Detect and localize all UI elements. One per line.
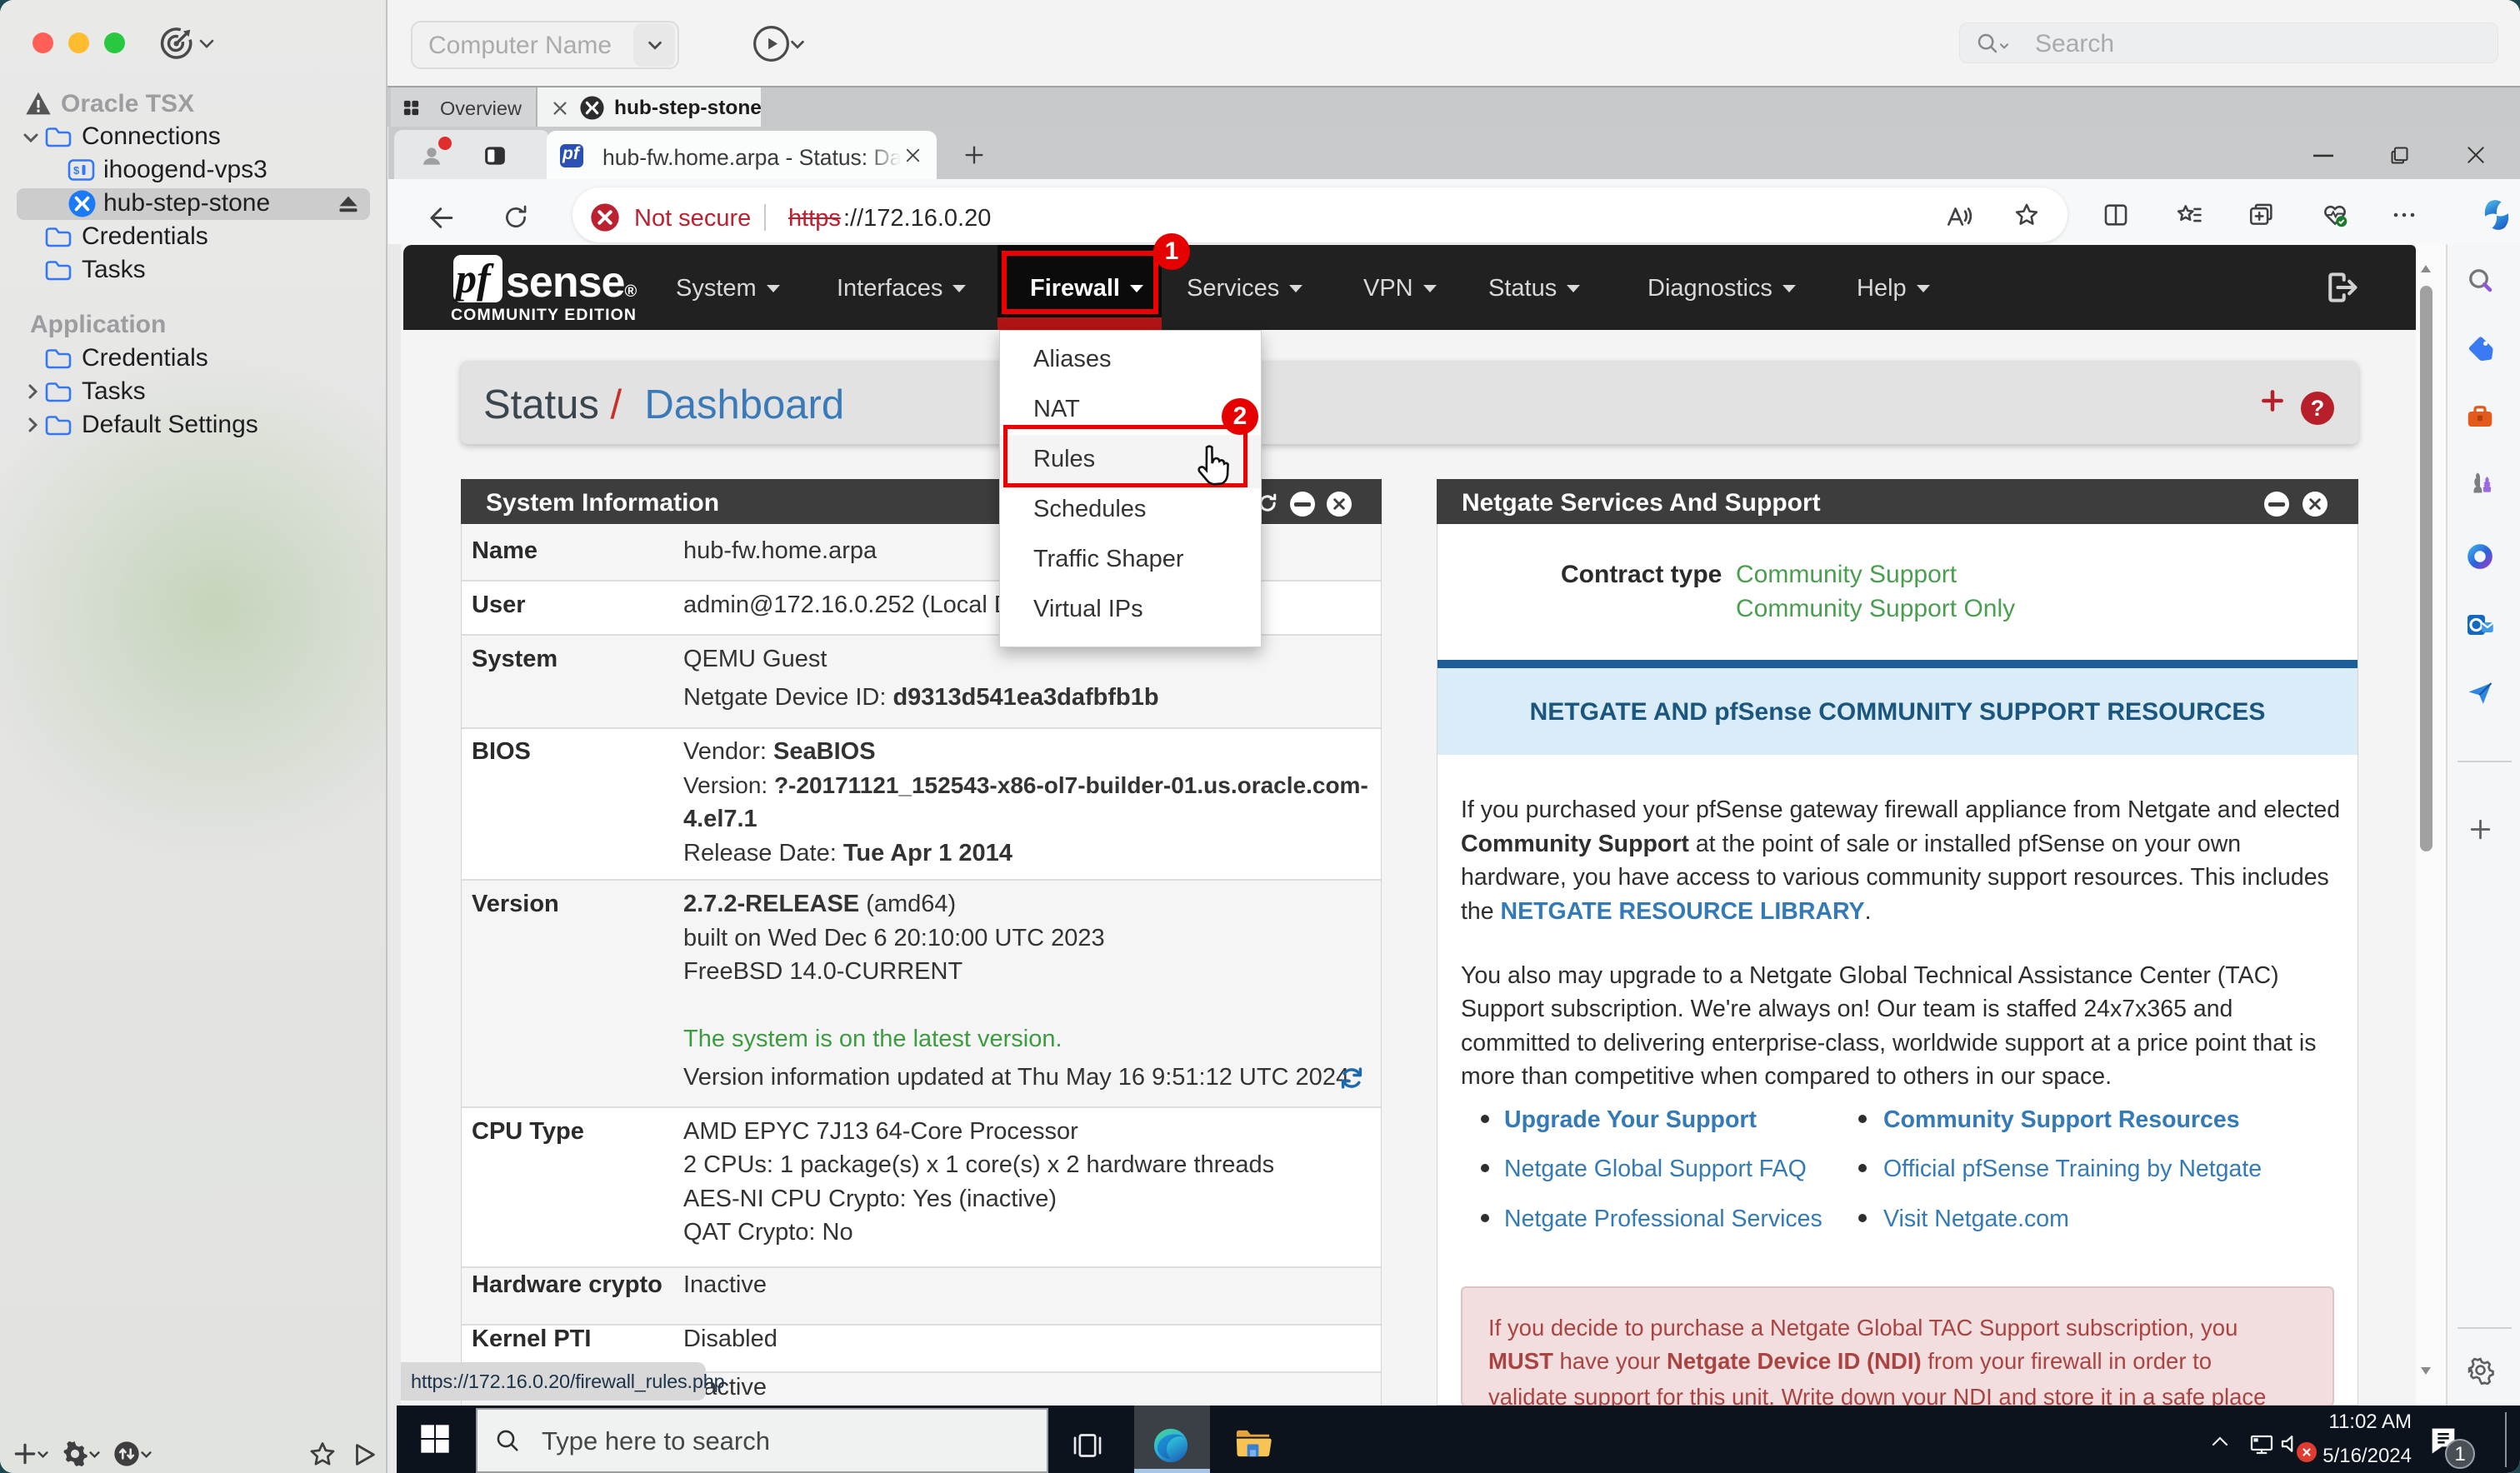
svg-text:$: $ [73,164,80,177]
